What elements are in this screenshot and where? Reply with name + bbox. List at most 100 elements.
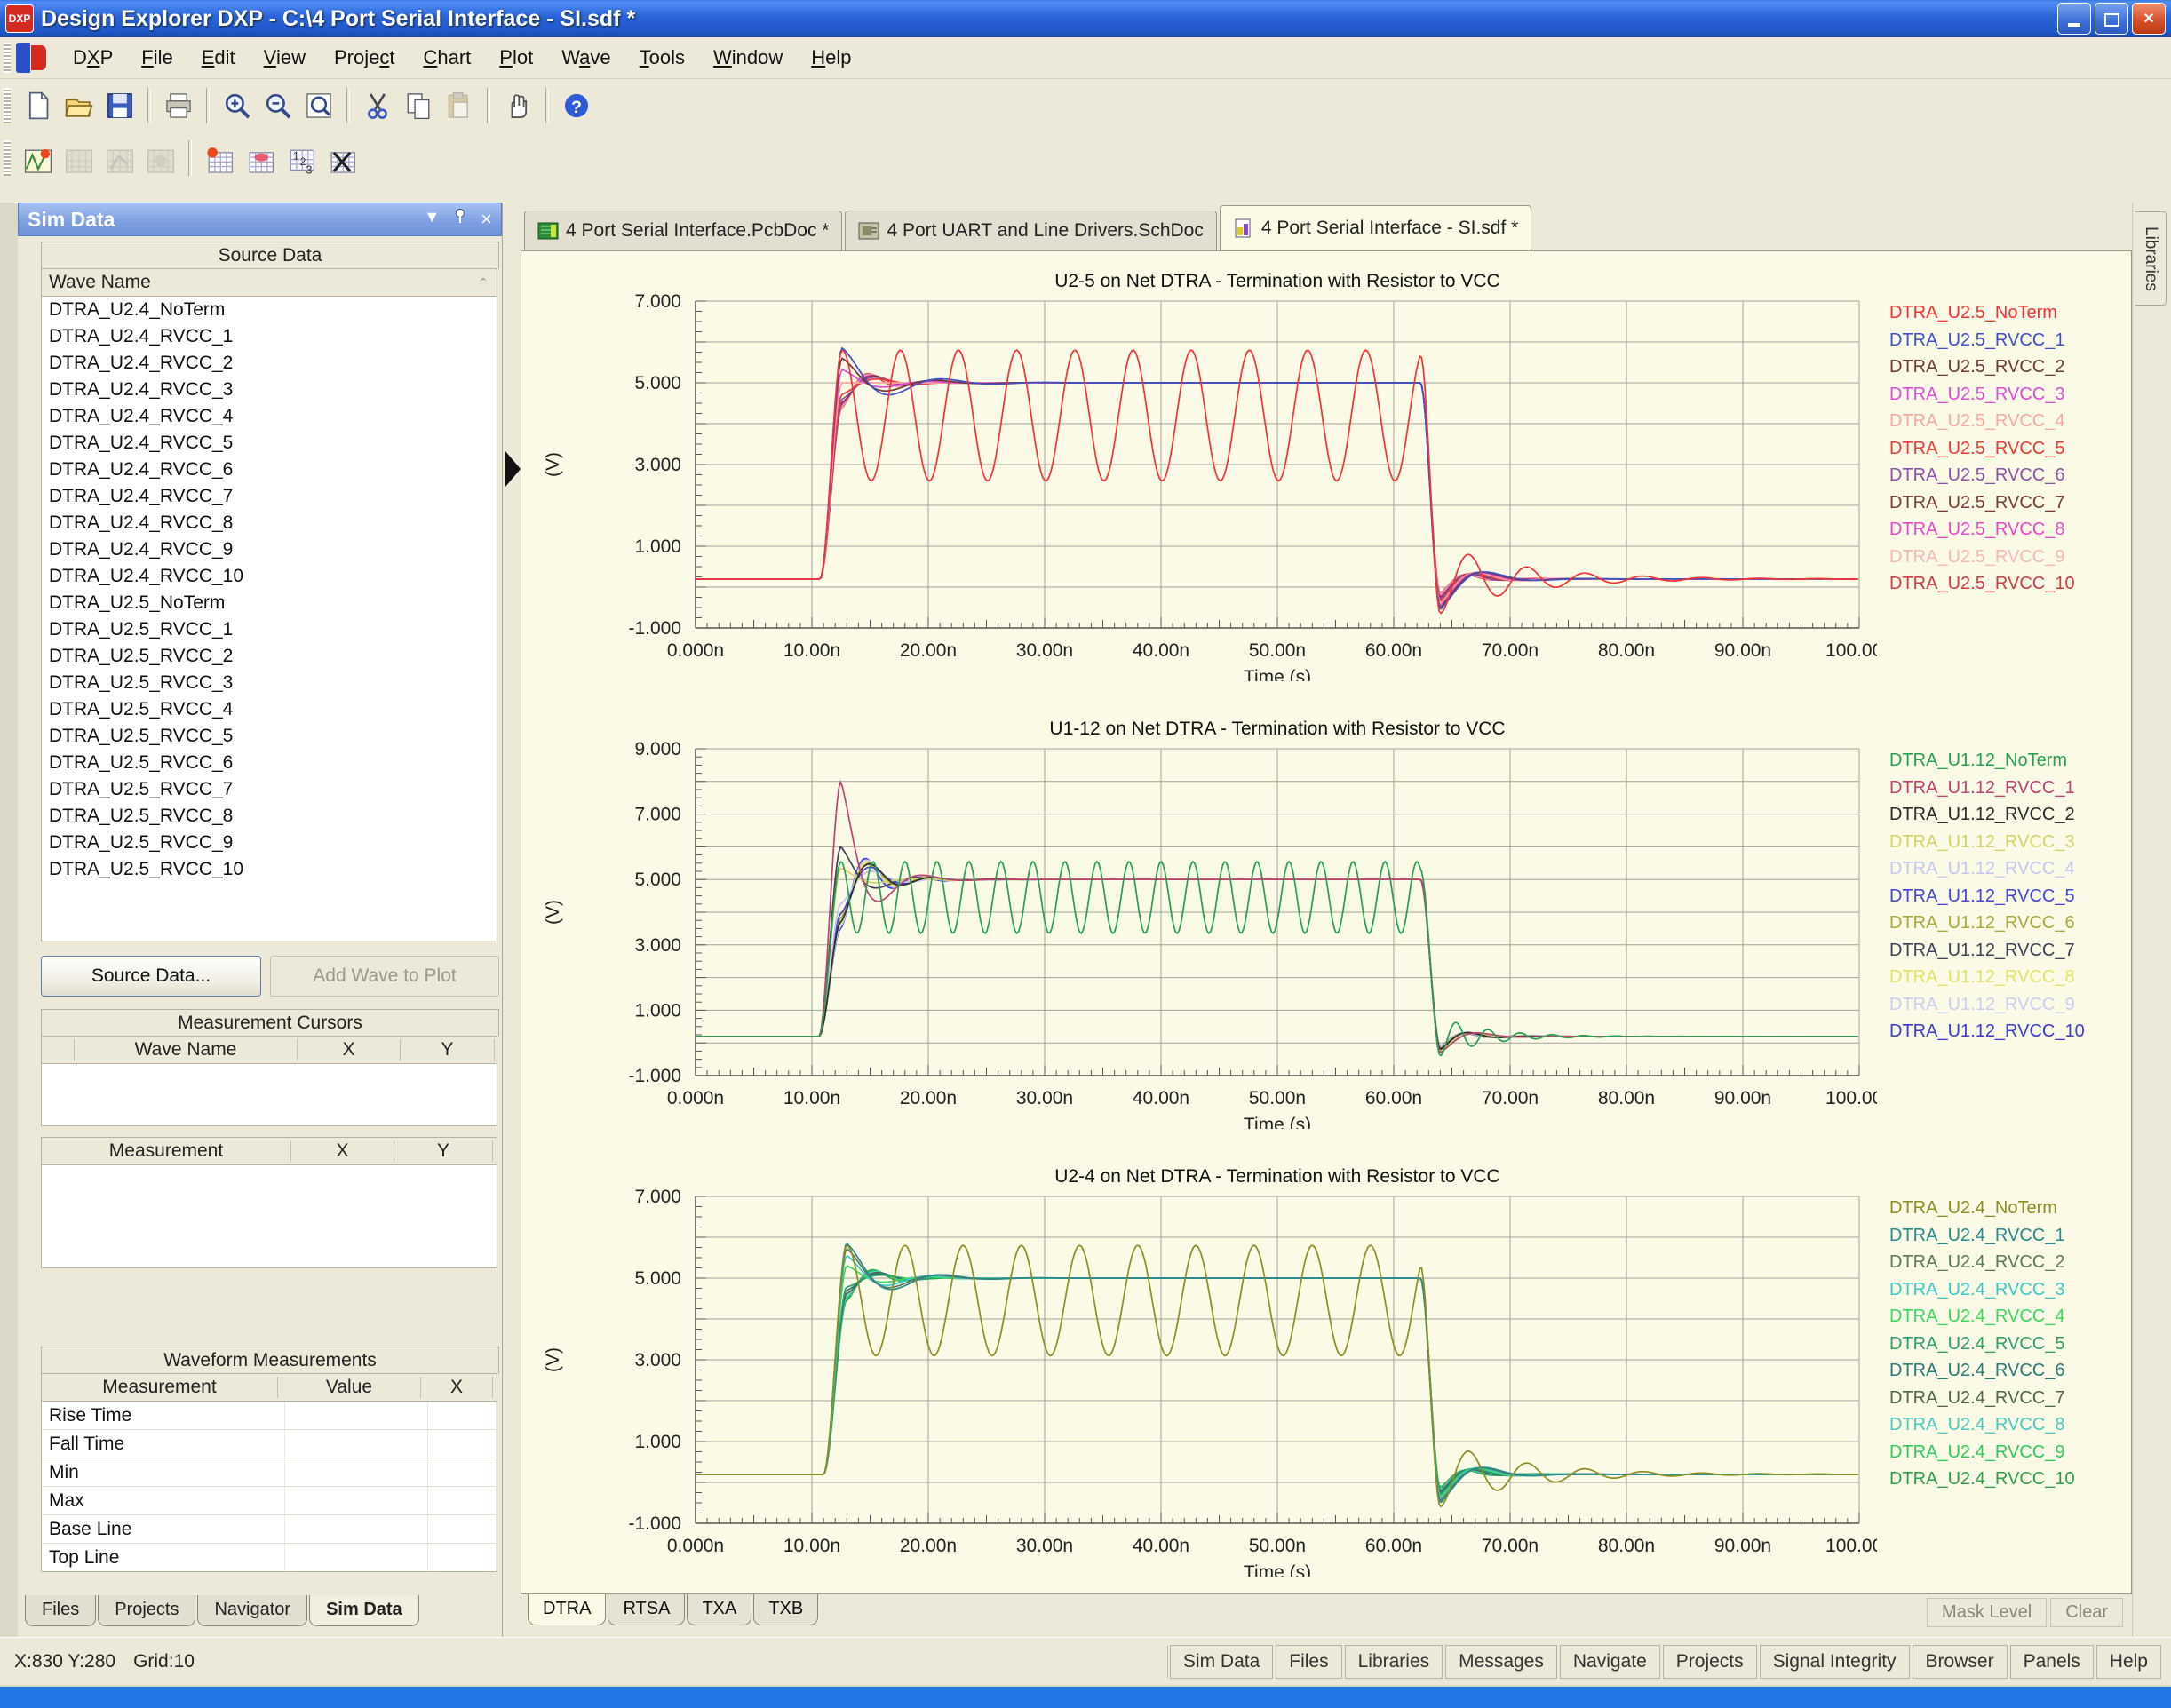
add-plot-icon[interactable] [240, 140, 281, 181]
wave-list-item[interactable]: DTRA_U2.4_RVCC_10 [42, 563, 497, 590]
status-button-files[interactable]: Files [1276, 1645, 1341, 1679]
menu-help[interactable]: Help [797, 41, 865, 75]
chart-disabled-1-icon[interactable] [59, 140, 99, 181]
legend-item[interactable]: DTRA_U2.5_NoTerm [1889, 299, 2124, 327]
legend-item[interactable]: DTRA_U2.5_RVCC_8 [1889, 516, 2124, 544]
paste-icon[interactable] [439, 85, 480, 126]
legend-item[interactable]: DTRA_U1.12_RVCC_4 [1889, 855, 2124, 883]
menu-view[interactable]: View [250, 41, 320, 75]
chart-plot[interactable]: 7.0005.0003.0001.000-1.0000.000n10.00n20… [527, 1159, 1877, 1577]
legend-item[interactable]: DTRA_U1.12_RVCC_8 [1889, 964, 2124, 991]
toolbar-grip[interactable] [4, 88, 11, 123]
measurement-row[interactable]: Min [42, 1458, 497, 1487]
legend-item[interactable]: DTRA_U2.4_RVCC_3 [1889, 1276, 2124, 1304]
legend-item[interactable]: DTRA_U1.12_RVCC_3 [1889, 829, 2124, 856]
legend-item[interactable]: DTRA_U2.5_RVCC_4 [1889, 408, 2124, 435]
copy-icon[interactable] [398, 85, 439, 126]
wave-name-column-header[interactable]: Wave Name ⌃ [41, 268, 497, 297]
wave-list-item[interactable]: DTRA_U2.5_RVCC_10 [42, 856, 497, 883]
status-button-signal-integrity[interactable]: Signal Integrity [1760, 1645, 1910, 1679]
panel-splitter[interactable] [503, 203, 521, 1637]
chart-disabled-3-icon[interactable] [140, 140, 181, 181]
wave-list-item[interactable]: DTRA_U2.5_RVCC_4 [42, 696, 497, 723]
wave-list-item[interactable]: DTRA_U2.5_NoTerm [42, 590, 497, 616]
wave-list-item[interactable]: DTRA_U2.5_RVCC_1 [42, 616, 497, 643]
panel-menu-icon[interactable]: ▼ [424, 208, 440, 231]
legend-item[interactable]: DTRA_U2.5_RVCC_2 [1889, 354, 2124, 381]
legend-item[interactable]: DTRA_U2.4_RVCC_5 [1889, 1331, 2124, 1358]
measurement-row[interactable]: Top Line [42, 1544, 497, 1572]
measurement-row[interactable]: Fall Time [42, 1430, 497, 1458]
legend-item[interactable]: DTRA_U2.4_RVCC_1 [1889, 1222, 2124, 1250]
sim-waveform-icon[interactable] [18, 140, 59, 181]
document-tab[interactable]: 4 Port UART and Line Drivers.SchDoc [845, 211, 1216, 250]
menu-tools[interactable]: Tools [625, 41, 699, 75]
legend-item[interactable]: DTRA_U1.12_RVCC_2 [1889, 801, 2124, 829]
wave-list-item[interactable]: DTRA_U2.5_RVCC_8 [42, 803, 497, 830]
wave-list-item[interactable]: DTRA_U2.4_RVCC_3 [42, 377, 497, 403]
wave-list-item[interactable]: DTRA_U2.4_RVCC_2 [42, 350, 497, 377]
print-icon[interactable] [158, 85, 199, 126]
panel-tab-projects[interactable]: Projects [98, 1595, 195, 1626]
legend-item[interactable]: DTRA_U2.4_RVCC_10 [1889, 1466, 2124, 1493]
legend-item[interactable]: DTRA_U1.12_RVCC_1 [1889, 775, 2124, 802]
legend-item[interactable]: DTRA_U2.4_RVCC_9 [1889, 1439, 2124, 1466]
panel-tab-sim-data[interactable]: Sim Data [309, 1595, 419, 1626]
wave-list-item[interactable]: DTRA_U2.4_RVCC_4 [42, 403, 497, 430]
add-wave-to-plot-button[interactable]: Add Wave to Plot [270, 956, 499, 997]
minimize-button[interactable] [2057, 3, 2091, 35]
status-button-sim-data[interactable]: Sim Data [1170, 1645, 1273, 1679]
wave-list-item[interactable]: DTRA_U2.5_RVCC_5 [42, 723, 497, 750]
sheet-tab-txb[interactable]: TXB [753, 1594, 818, 1625]
column-header-x[interactable]: X [298, 1039, 401, 1061]
restore-button[interactable] [2095, 3, 2128, 35]
legend-item[interactable]: DTRA_U2.5_RVCC_6 [1889, 462, 2124, 489]
menu-project[interactable]: Project [320, 41, 409, 75]
menu-edit[interactable]: Edit [187, 41, 250, 75]
wave-list-item[interactable]: DTRA_U2.5_RVCC_6 [42, 750, 497, 776]
legend-item[interactable]: DTRA_U1.12_RVCC_6 [1889, 910, 2124, 937]
toolbar-grip[interactable] [4, 140, 11, 176]
new-chart-icon[interactable] [199, 140, 240, 181]
legend-item[interactable]: DTRA_U2.5_RVCC_7 [1889, 489, 2124, 517]
column-header-wave-name[interactable]: Wave Name [75, 1039, 298, 1061]
wave-list-item[interactable]: DTRA_U2.5_RVCC_9 [42, 830, 497, 856]
menu-wave[interactable]: Wave [547, 41, 624, 75]
panel-tab-navigator[interactable]: Navigator [197, 1595, 307, 1626]
new-document-icon[interactable] [18, 85, 59, 126]
help-icon[interactable]: ? [556, 85, 597, 126]
measurement-row[interactable]: Base Line [42, 1515, 497, 1544]
save-icon[interactable] [99, 85, 140, 126]
legend-item[interactable]: DTRA_U2.4_NoTerm [1889, 1195, 2124, 1222]
libraries-tab[interactable]: Libraries [2135, 211, 2167, 306]
chart-plot[interactable]: 7.0005.0003.0001.000-1.0000.000n10.00n20… [527, 264, 1877, 681]
legend-item[interactable]: DTRA_U1.12_RVCC_10 [1889, 1018, 2124, 1045]
menu-chart[interactable]: Chart [409, 41, 485, 75]
column-header-measurement[interactable]: Measurement [42, 1140, 291, 1162]
status-button-messages[interactable]: Messages [1445, 1645, 1557, 1679]
legend-item[interactable]: DTRA_U2.4_RVCC_7 [1889, 1385, 2124, 1412]
wave-list-item[interactable]: DTRA_U2.4_RVCC_9 [42, 536, 497, 563]
status-button-help[interactable]: Help [2096, 1645, 2161, 1679]
column-header-x[interactable]: X [421, 1377, 493, 1398]
clear-button[interactable]: Clear [2050, 1598, 2123, 1627]
open-document-icon[interactable] [59, 85, 99, 126]
wave-list-item[interactable]: DTRA_U2.4_RVCC_1 [42, 323, 497, 350]
chart-disabled-2-icon[interactable] [99, 140, 140, 181]
column-header-value[interactable]: Value [278, 1377, 421, 1398]
document-tab[interactable]: 4 Port Serial Interface.PcbDoc * [524, 211, 842, 250]
mask-level-button[interactable]: Mask Level [1927, 1598, 2047, 1627]
column-header-y[interactable]: Y [401, 1039, 495, 1061]
legend-item[interactable]: DTRA_U1.12_NoTerm [1889, 747, 2124, 775]
pan-icon[interactable] [497, 85, 538, 126]
status-button-panels[interactable]: Panels [2010, 1645, 2094, 1679]
legend-item[interactable]: DTRA_U1.12_RVCC_5 [1889, 883, 2124, 910]
measurement-row[interactable]: Rise Time [42, 1402, 497, 1430]
column-header-x[interactable]: X [291, 1140, 394, 1162]
menu-plot[interactable]: Plot [485, 41, 547, 75]
column-header-measurement[interactable]: Measurement [42, 1377, 278, 1398]
menu-file[interactable]: File [127, 41, 187, 75]
wave-list-item[interactable]: DTRA_U2.4_RVCC_6 [42, 457, 497, 483]
legend-item[interactable]: DTRA_U2.5_RVCC_3 [1889, 381, 2124, 409]
measurement-row[interactable]: Max [42, 1487, 497, 1515]
